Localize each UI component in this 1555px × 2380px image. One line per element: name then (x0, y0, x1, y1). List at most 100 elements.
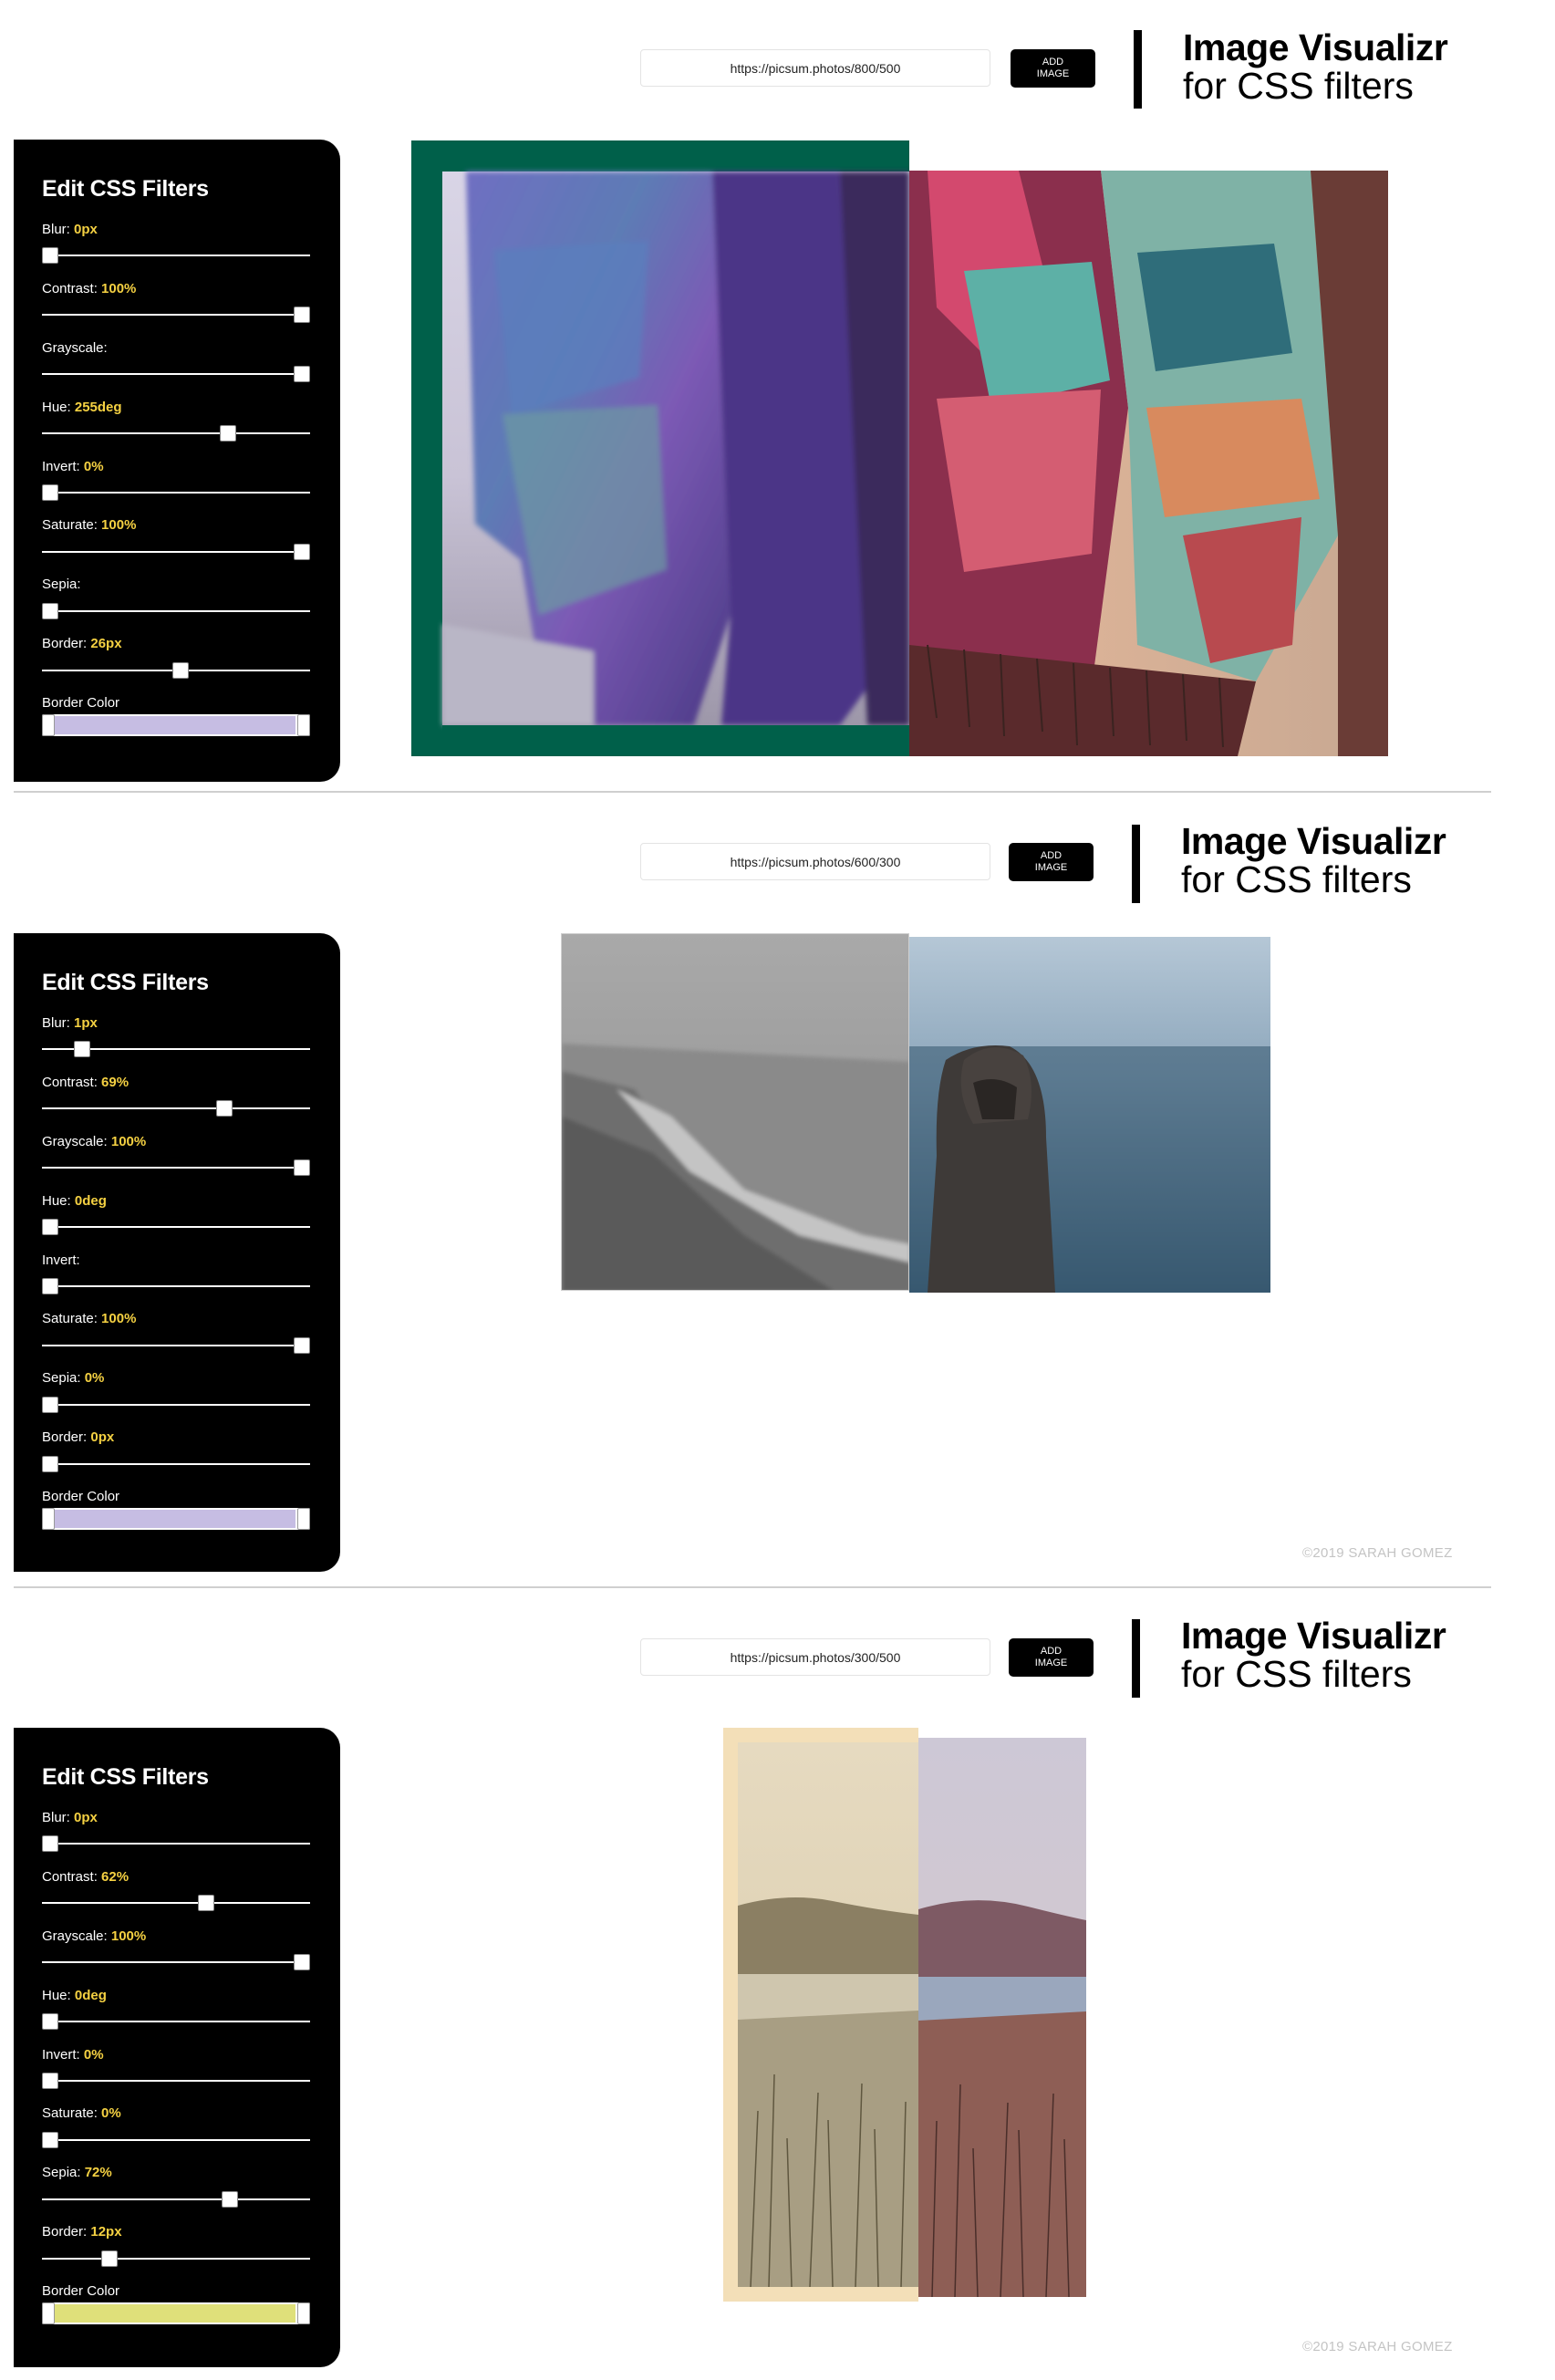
color-picker-left-knob[interactable] (42, 2302, 55, 2324)
blur-slider-track[interactable] (42, 255, 310, 256)
hue-label: Hue: 255deg (42, 400, 122, 415)
border-color-label: Border Color (42, 2283, 120, 2299)
saturate-slider-thumb[interactable] (294, 1337, 310, 1354)
border-value: 12px (90, 2224, 122, 2240)
grayscale-slider-track[interactable] (42, 1961, 310, 1963)
filter-panel: Edit CSS Filters Blur: 0px Contrast: 100… (14, 140, 340, 782)
invert-value: 0% (83, 2047, 104, 2063)
blur-value: 1px (74, 1015, 98, 1031)
sepia-slider-thumb[interactable] (42, 1397, 58, 1413)
add-image-button[interactable]: ADD IMAGE (1011, 49, 1095, 88)
sepia-slider-thumb[interactable] (42, 603, 58, 619)
contrast-slider-thumb[interactable] (198, 1895, 214, 1911)
saturate-slider-track[interactable] (42, 1345, 310, 1346)
sepia-slider-track[interactable] (42, 610, 310, 612)
saturate-slider-track[interactable] (42, 551, 310, 553)
saturate-slider-track[interactable] (42, 2139, 310, 2141)
grayscale-slider-thumb[interactable] (294, 1159, 310, 1176)
invert-slider-thumb[interactable] (42, 484, 58, 501)
header-divider (1132, 825, 1140, 903)
sepia-slider-track[interactable] (42, 2198, 310, 2200)
grayscale-slider-track[interactable] (42, 373, 310, 375)
sepia-slider-track[interactable] (42, 1404, 310, 1406)
grayscale-slider-thumb[interactable] (294, 366, 310, 382)
blur-slider-thumb[interactable] (42, 247, 58, 264)
invert-slider-thumb[interactable] (42, 2073, 58, 2089)
blur-value: 0px (74, 222, 98, 237)
saturate-slider-thumb[interactable] (42, 2132, 58, 2148)
invert-label: Invert: 0% (42, 459, 104, 474)
blur-slider-thumb[interactable] (74, 1041, 90, 1057)
border-slider-thumb[interactable] (42, 1456, 58, 1472)
border-slider-thumb[interactable] (101, 2250, 118, 2267)
border-label: Border: 26px (42, 636, 122, 651)
border-color-label: Border Color (42, 695, 120, 711)
blur-slider-track[interactable] (42, 1843, 310, 1845)
grayscale-label: Grayscale: 100% (42, 1134, 147, 1149)
border-label: Border: 12px (42, 2224, 122, 2240)
invert-slider-track[interactable] (42, 1285, 310, 1287)
saturate-slider-thumb[interactable] (294, 544, 310, 560)
brand-subtitle: for CSS filters (1181, 858, 1412, 900)
border-color-picker[interactable] (42, 2302, 310, 2324)
image-url-input[interactable] (640, 1638, 990, 1676)
invert-label: Invert: 0% (42, 2047, 104, 2063)
hue-slider-thumb[interactable] (42, 1219, 58, 1235)
blur-slider-thumb[interactable] (42, 1835, 58, 1852)
contrast-label: Contrast: 100% (42, 281, 137, 296)
filtered-image (442, 171, 909, 756)
header-divider (1134, 30, 1142, 109)
border-color-swatch (55, 2304, 295, 2323)
saturate-label: Saturate: 0% (42, 2105, 121, 2121)
border-slider-track[interactable] (42, 2258, 310, 2260)
border-slider-track[interactable] (42, 1463, 310, 1465)
section-divider (14, 1586, 1491, 1588)
add-image-button[interactable]: ADD IMAGE (1009, 1638, 1094, 1677)
color-picker-right-knob[interactable] (297, 714, 310, 736)
invert-slider-track[interactable] (42, 492, 310, 494)
sepia-slider-thumb[interactable] (222, 2191, 238, 2208)
grayscale-slider-thumb[interactable] (294, 1954, 310, 1970)
hue-value: 0deg (74, 1193, 107, 1209)
blur-label: Blur: 1px (42, 1015, 98, 1031)
brand-title: Image Visualizr (1181, 820, 1446, 862)
hue-slider-thumb[interactable] (42, 2013, 58, 2030)
color-picker-right-knob[interactable] (297, 2302, 310, 2324)
original-image (909, 171, 1388, 756)
contrast-slider-track[interactable] (42, 314, 310, 316)
border-slider-thumb[interactable] (172, 662, 189, 679)
contrast-slider-thumb[interactable] (294, 307, 310, 323)
grayscale-value: 100% (110, 1134, 147, 1149)
grayscale-slider-track[interactable] (42, 1167, 310, 1169)
color-picker-left-knob[interactable] (42, 1508, 55, 1530)
screen-3: ADD IMAGE Image Visualizr for CSS filter… (0, 1586, 1555, 2380)
panel-title: Edit CSS Filters (42, 1764, 209, 1790)
hue-slider-track[interactable] (42, 1226, 310, 1228)
hue-slider-thumb[interactable] (220, 425, 236, 442)
invert-slider-track[interactable] (42, 2080, 310, 2082)
hue-slider-track[interactable] (42, 2021, 310, 2022)
blur-label: Blur: 0px (42, 1810, 98, 1825)
grayscale-value: 100% (110, 1928, 147, 1944)
color-picker-left-knob[interactable] (42, 714, 55, 736)
original-image (909, 937, 1270, 1293)
hue-slider-track[interactable] (42, 432, 310, 434)
contrast-slider-track[interactable] (42, 1107, 310, 1109)
contrast-slider-thumb[interactable] (216, 1100, 233, 1117)
brand-subtitle: for CSS filters (1181, 1653, 1412, 1695)
border-color-picker[interactable] (42, 714, 310, 736)
panel-title: Edit CSS Filters (42, 970, 209, 995)
border-color-picker[interactable] (42, 1508, 310, 1530)
contrast-value: 62% (101, 1869, 130, 1885)
invert-slider-thumb[interactable] (42, 1278, 58, 1294)
filtered-image (561, 933, 909, 1291)
image-url-input[interactable] (640, 49, 990, 87)
footer-credit: ©2019 SARAH GOMEZ (1302, 1545, 1453, 1561)
footer-credit: ©2019 SARAH GOMEZ (1302, 2339, 1453, 2354)
border-color-swatch (55, 1510, 295, 1528)
color-picker-right-knob[interactable] (297, 1508, 310, 1530)
image-url-input[interactable] (640, 843, 990, 880)
contrast-slider-track[interactable] (42, 1902, 310, 1904)
panel-title: Edit CSS Filters (42, 176, 209, 202)
add-image-button[interactable]: ADD IMAGE (1009, 843, 1094, 881)
